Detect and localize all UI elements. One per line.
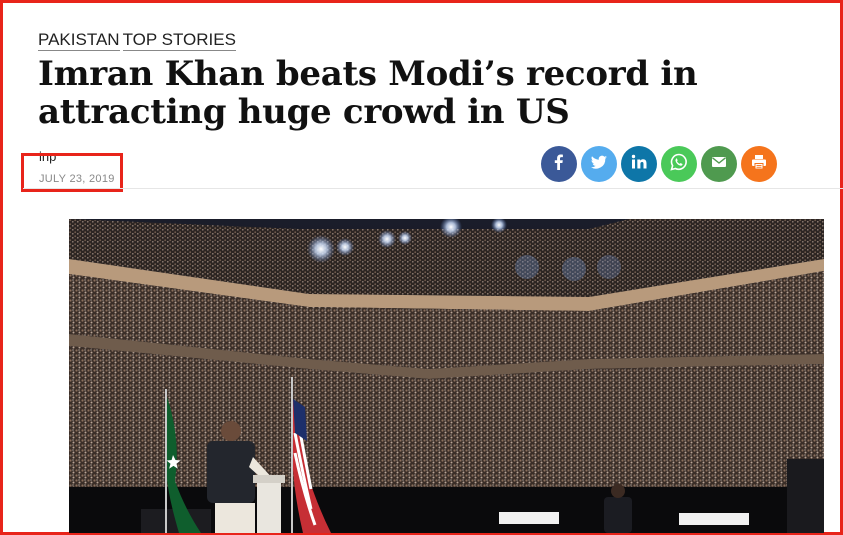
header-divider [23, 188, 843, 189]
facebook-share-button[interactable] [541, 146, 577, 182]
category-pakistan[interactable]: PAKISTAN [38, 30, 120, 51]
share-buttons [541, 146, 777, 182]
screenshot-frame: PAKISTAN TOP STORIES Imran Khan beats Mo… [0, 0, 843, 535]
print-share-button[interactable] [741, 146, 777, 182]
email-share-button[interactable] [701, 146, 737, 182]
category-links: PAKISTAN TOP STORIES [38, 30, 236, 51]
linkedin-share-button[interactable] [621, 146, 657, 182]
linkedin-icon [629, 152, 649, 177]
whatsapp-share-button[interactable] [661, 146, 697, 182]
print-icon [749, 152, 769, 177]
twitter-share-button[interactable] [581, 146, 617, 182]
facebook-icon [549, 152, 569, 177]
email-icon [709, 152, 729, 177]
twitter-icon [589, 152, 609, 177]
date-highlight-box [21, 153, 123, 192]
article-photo [69, 219, 824, 533]
whatsapp-icon [669, 152, 689, 177]
arena-crowd-image [69, 219, 824, 533]
article-headline: Imran Khan beats Modi’s record in attrac… [38, 54, 698, 132]
category-top-stories[interactable]: TOP STORIES [122, 30, 236, 51]
